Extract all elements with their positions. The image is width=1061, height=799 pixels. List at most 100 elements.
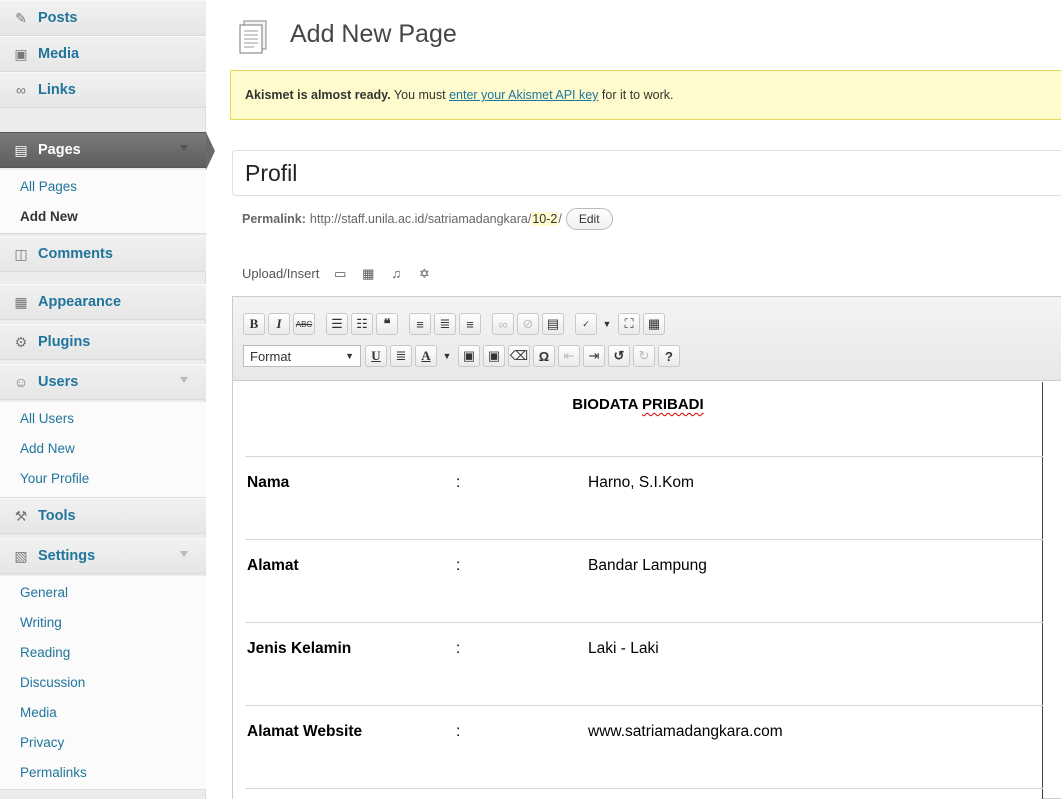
submenu-discussion[interactable]: Discussion bbox=[0, 668, 206, 698]
menu-appearance[interactable]: ▦ Appearance bbox=[0, 284, 206, 320]
row-divider bbox=[245, 622, 1043, 623]
field-colon: : bbox=[456, 723, 461, 740]
blockquote-icon[interactable]: ❝ bbox=[376, 313, 398, 335]
chevron-down-icon: ▼ bbox=[345, 351, 354, 361]
menu-plugins[interactable]: ⚙ Plugins bbox=[0, 324, 206, 360]
add-audio-icon[interactable]: ♫ bbox=[389, 266, 403, 281]
bullet-list-icon[interactable]: ☰ bbox=[326, 313, 348, 335]
chevron-down-icon[interactable]: ▼ bbox=[440, 345, 454, 367]
spellcheck-icon[interactable]: ✓ bbox=[575, 313, 597, 335]
media-icon: ▣ bbox=[14, 45, 28, 62]
clear-formatting-icon[interactable]: ⌫ bbox=[508, 345, 530, 367]
menu-tools[interactable]: ⚒ Tools bbox=[0, 498, 206, 534]
special-character-icon[interactable]: Ω bbox=[533, 345, 555, 367]
menu-plugins-label: Plugins bbox=[38, 334, 91, 350]
editor-toolbar: B I ABC ☰ ☷ ❝ ≡ ≣ ≡ ∞ ⊘ ▤ ✓ ▼ ⛶ ▦ Format… bbox=[233, 297, 1061, 381]
toolbar-row-2: Format ▼ U ≣ A ▼ ▣ ▣ ⌫ Ω ⇤ ⇥ ↺ ↻ ? bbox=[243, 343, 683, 369]
row-divider bbox=[245, 539, 1043, 540]
edit-permalink-button[interactable]: Edit bbox=[565, 208, 613, 230]
submenu-all-users[interactable]: All Users bbox=[0, 404, 206, 434]
submenu-all-pages[interactable]: All Pages bbox=[0, 172, 206, 202]
permalink-trail: / bbox=[558, 212, 562, 226]
menu-users-label: Users bbox=[38, 374, 79, 390]
indent-icon[interactable]: ⇥ bbox=[583, 345, 605, 367]
submenu-writing[interactable]: Writing bbox=[0, 608, 206, 638]
link-icon: ∞ bbox=[16, 82, 26, 98]
outdent-icon[interactable]: ⇤ bbox=[558, 345, 580, 367]
menu-users[interactable]: ☺ Users bbox=[0, 364, 206, 400]
appearance-icon: ▦ bbox=[14, 293, 28, 310]
page-title: Add New Page bbox=[290, 20, 457, 48]
field-value-alamat: Bandar Lampung bbox=[588, 557, 707, 574]
undo-icon[interactable]: ↺ bbox=[608, 345, 630, 367]
field-label-nama: Nama bbox=[247, 474, 290, 491]
settings-icon: ▧ bbox=[14, 547, 28, 564]
unlink-icon[interactable]: ⊘ bbox=[517, 313, 539, 335]
permalink-slug[interactable]: 10-2 bbox=[531, 212, 559, 226]
menu-pages-label: Pages bbox=[38, 142, 81, 158]
comment-icon: ◫ bbox=[14, 245, 28, 262]
submenu-privacy[interactable]: Privacy bbox=[0, 728, 206, 758]
menu-settings[interactable]: ▧ Settings bbox=[0, 538, 206, 574]
visual-editor: B I ABC ☰ ☷ ❝ ≡ ≣ ≡ ∞ ⊘ ▤ ✓ ▼ ⛶ ▦ Format… bbox=[232, 296, 1061, 799]
text-color-icon[interactable]: A bbox=[415, 345, 437, 367]
submenu-general[interactable]: General bbox=[0, 578, 206, 608]
submenu-permalinks[interactable]: Permalinks bbox=[0, 758, 206, 788]
submenu-media[interactable]: Media bbox=[0, 698, 206, 728]
redo-icon[interactable]: ↻ bbox=[633, 345, 655, 367]
kitchen-sink-icon[interactable]: ▦ bbox=[643, 313, 665, 335]
paste-word-icon[interactable]: ▣ bbox=[483, 345, 505, 367]
tools-icon: ⚒ bbox=[14, 507, 28, 524]
submenu-reading[interactable]: Reading bbox=[0, 638, 206, 668]
row-divider bbox=[245, 456, 1043, 457]
strikethrough-icon[interactable]: ABC bbox=[293, 313, 315, 335]
settings-submenu: General Writing Reading Discussion Media… bbox=[0, 576, 206, 790]
akismet-notice: Akismet is almost ready. You must enter … bbox=[230, 70, 1061, 120]
menu-media-label: Media bbox=[38, 46, 80, 62]
add-image-icon[interactable]: ▭ bbox=[333, 266, 347, 281]
post-title-input[interactable]: Profil bbox=[232, 150, 1061, 196]
upload-insert-label: Upload/Insert bbox=[242, 266, 320, 281]
help-icon[interactable]: ? bbox=[658, 345, 680, 367]
align-center-icon[interactable]: ≣ bbox=[434, 313, 456, 335]
akismet-api-key-link[interactable]: enter your Akismet API key bbox=[449, 88, 598, 102]
underline-icon[interactable]: U bbox=[365, 345, 387, 367]
italic-icon[interactable]: I bbox=[268, 313, 290, 335]
permalink-base: http://staff.unila.ac.id/satriamadangkar… bbox=[309, 212, 532, 226]
row-divider bbox=[245, 705, 1043, 706]
align-right-icon[interactable]: ≡ bbox=[459, 313, 481, 335]
menu-comments[interactable]: ◫ Comments bbox=[0, 236, 206, 272]
format-select[interactable]: Format ▼ bbox=[243, 345, 361, 367]
chevron-down-icon bbox=[180, 551, 188, 557]
align-left-icon[interactable]: ≡ bbox=[409, 313, 431, 335]
chevron-down-icon[interactable]: ▼ bbox=[600, 313, 614, 335]
pages-icon: ▤ bbox=[14, 141, 28, 158]
fullscreen-icon[interactable]: ⛶ bbox=[618, 313, 640, 335]
main-content: Add New Page Akismet is almost ready. Yo… bbox=[230, 0, 1061, 799]
menu-posts[interactable]: ✎ Posts bbox=[0, 0, 206, 36]
add-video-icon[interactable]: ▦ bbox=[361, 266, 375, 281]
bold-icon[interactable]: B bbox=[243, 313, 265, 335]
justify-icon[interactable]: ≣ bbox=[390, 345, 412, 367]
add-media-icon[interactable]: ✡ bbox=[417, 266, 431, 281]
insert-link-icon[interactable]: ∞ bbox=[492, 313, 514, 335]
more-tag-icon[interactable]: ▤ bbox=[542, 313, 564, 335]
menu-media[interactable]: ▣ Media bbox=[0, 36, 206, 72]
editor-content[interactable]: BIODATA PRIBADI Nama : Harno, S.I.Kom Al… bbox=[233, 382, 1043, 799]
field-colon: : bbox=[456, 474, 461, 491]
menu-links[interactable]: ∞ Links bbox=[0, 72, 206, 108]
toolbar-row-1: B I ABC ☰ ☷ ❝ ≡ ≣ ≡ ∞ ⊘ ▤ ✓ ▼ ⛶ ▦ bbox=[243, 311, 668, 337]
menu-appearance-label: Appearance bbox=[38, 294, 122, 310]
field-colon: : bbox=[456, 640, 461, 657]
submenu-add-new-user[interactable]: Add New bbox=[0, 434, 206, 464]
numbered-list-icon[interactable]: ☷ bbox=[351, 313, 373, 335]
heading-part-a: BIODATA bbox=[572, 396, 643, 413]
submenu-your-profile[interactable]: Your Profile bbox=[0, 464, 206, 494]
field-colon: : bbox=[456, 557, 461, 574]
field-label-alamat-website: Alamat Website bbox=[247, 723, 363, 740]
notice-text: You must bbox=[393, 88, 446, 102]
submenu-add-new-page[interactable]: Add New bbox=[0, 202, 206, 232]
paste-text-icon[interactable]: ▣ bbox=[458, 345, 480, 367]
notice-tail-text: for it to work. bbox=[601, 88, 674, 102]
menu-pages[interactable]: ▤ Pages bbox=[0, 132, 215, 170]
